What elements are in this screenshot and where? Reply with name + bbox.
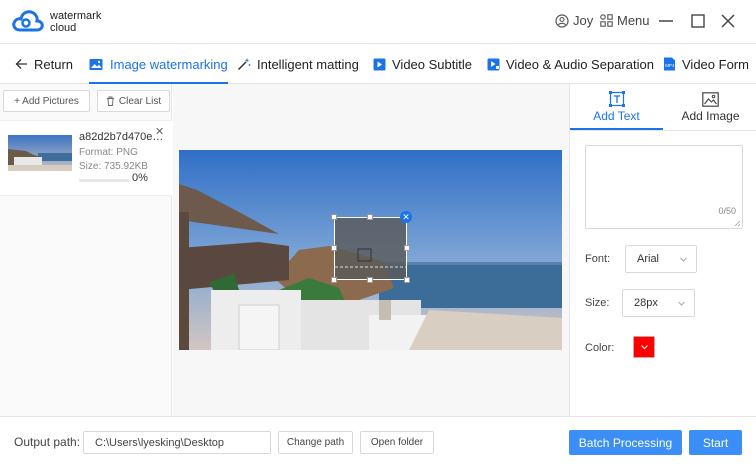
- tab-return[interactable]: Return: [15, 44, 73, 84]
- font-value: Arial: [637, 253, 660, 265]
- batch-processing-label: Batch Processing: [578, 435, 673, 450]
- size-select[interactable]: 28px: [622, 289, 695, 317]
- chevron-down-icon: [678, 301, 685, 306]
- tab-add-image-label: Add Image: [681, 108, 740, 123]
- resize-handle-top-left[interactable]: [331, 214, 337, 220]
- watermark-selection-box[interactable]: [334, 217, 407, 280]
- user-icon: [555, 13, 569, 28]
- resize-handle-bottom[interactable]: [367, 277, 373, 283]
- menu-button[interactable]: Menu: [600, 13, 650, 28]
- magic-wand-icon: [237, 58, 251, 71]
- tab-add-image[interactable]: Add Image: [664, 84, 756, 130]
- color-picker[interactable]: [633, 336, 655, 358]
- user-name: Joy: [573, 13, 594, 28]
- file-progress-text: 0%: [132, 172, 148, 184]
- change-path-button[interactable]: Change path: [278, 431, 353, 454]
- preview-canvas: ✕: [173, 84, 569, 416]
- tab-intelligent-matting[interactable]: Intelligent matting: [237, 44, 359, 84]
- file-progress-bar: [79, 179, 129, 182]
- tab-video-audio-separation[interactable]: Video & Audio Separation: [487, 44, 654, 84]
- cloud-logo-icon: [12, 10, 44, 32]
- text-tool-icon: [608, 91, 625, 107]
- font-select[interactable]: Arial: [625, 245, 697, 273]
- font-label: Font:: [585, 253, 611, 265]
- resize-handle-right[interactable]: [404, 245, 410, 251]
- color-label: Color:: [585, 342, 615, 354]
- file-list-panel: + Add Pictures Clear List a82d2b7d470ee1…: [0, 84, 172, 416]
- menu-grid-icon: [600, 14, 613, 27]
- trash-icon: [106, 96, 114, 106]
- video-audio-icon: [487, 58, 500, 70]
- minimize-icon[interactable]: [656, 11, 676, 31]
- add-pictures-label: + Add Pictures: [14, 95, 79, 107]
- chevron-down-icon: [680, 257, 687, 262]
- watermark-text-input[interactable]: 0/50: [585, 145, 743, 229]
- clear-list-button[interactable]: Clear List: [97, 90, 170, 112]
- file-name: a82d2b7d470ee1...: [79, 131, 165, 143]
- tab-add-text-label: Add Text: [593, 109, 640, 123]
- watermark-settings-panel: Add Text Add Image 0/50 Font: Arial Size…: [569, 84, 756, 416]
- svg-text:MP4: MP4: [665, 63, 675, 68]
- tab-divider: [570, 130, 756, 131]
- title-bar: watermark cloud Joy Menu: [0, 0, 756, 44]
- arrow-left-icon: [15, 59, 27, 69]
- clear-list-label: Clear List: [118, 95, 162, 107]
- resize-handle-top[interactable]: [367, 214, 373, 220]
- resize-handle-bottom-right[interactable]: [404, 277, 410, 283]
- start-button[interactable]: Start: [689, 430, 742, 455]
- size-value: 28px: [634, 297, 658, 309]
- open-folder-button[interactable]: Open folder: [360, 431, 434, 454]
- remove-watermark-icon[interactable]: ✕: [400, 211, 412, 223]
- start-label: Start: [702, 435, 729, 450]
- tab-video-audio-separation-label: Video & Audio Separation: [506, 56, 654, 72]
- size-label: Size:: [585, 297, 610, 309]
- list-item[interactable]: a82d2b7d470ee1... Format: PNG Size: 735.…: [0, 120, 172, 196]
- file-thumbnail: [8, 135, 72, 171]
- close-icon[interactable]: [718, 11, 738, 31]
- tab-image-watermarking[interactable]: Image watermarking: [89, 44, 228, 84]
- file-format: Format: PNG: [79, 147, 138, 158]
- logo-line-2: cloud: [50, 22, 77, 34]
- maximize-icon[interactable]: [688, 11, 708, 31]
- open-folder-label: Open folder: [370, 437, 424, 448]
- video-subtitle-icon: [373, 58, 386, 70]
- output-path-label: Output path:: [14, 435, 81, 449]
- batch-processing-button[interactable]: Batch Processing: [569, 430, 682, 455]
- user-account[interactable]: Joy: [555, 13, 593, 28]
- tab-video-subtitle[interactable]: Video Subtitle: [373, 44, 472, 84]
- tab-intelligent-matting-label: Intelligent matting: [257, 56, 359, 72]
- tab-video-format-label: Video Form: [682, 56, 749, 72]
- file-size: Size: 735.92KB: [79, 161, 148, 172]
- remove-file-icon[interactable]: ✕: [155, 125, 164, 138]
- watermark-text-placeholder-icon: [335, 248, 406, 268]
- tab-add-text[interactable]: Add Text: [570, 84, 663, 130]
- video-format-icon: MP4: [664, 57, 675, 71]
- resize-handle-left[interactable]: [331, 245, 337, 251]
- output-path-input[interactable]: C:\Users\lyesking\Desktop: [83, 431, 271, 454]
- change-path-label: Change path: [286, 437, 345, 448]
- tab-return-label: Return: [34, 56, 74, 72]
- add-pictures-button[interactable]: + Add Pictures: [3, 90, 90, 112]
- chevron-down-icon: [641, 345, 648, 350]
- resize-grip-icon[interactable]: [734, 220, 741, 227]
- tab-image-watermarking-label: Image watermarking: [110, 56, 228, 72]
- resize-handle-bottom-left[interactable]: [331, 277, 337, 283]
- tab-video-format[interactable]: MP4 Video Form: [663, 44, 749, 84]
- image-icon: [89, 58, 103, 70]
- tab-video-subtitle-label: Video Subtitle: [392, 56, 472, 72]
- app-logo-text: watermark cloud: [50, 10, 101, 34]
- char-counter: 0/50: [718, 206, 736, 216]
- menu-label: Menu: [617, 13, 650, 28]
- output-bar: Output path: C:\Users\lyesking\Desktop C…: [0, 416, 756, 466]
- image-tool-icon: [702, 91, 719, 107]
- logo-line-1: watermark: [50, 10, 102, 22]
- feature-tab-bar: Return Image watermarking Intelligent ma…: [0, 44, 756, 84]
